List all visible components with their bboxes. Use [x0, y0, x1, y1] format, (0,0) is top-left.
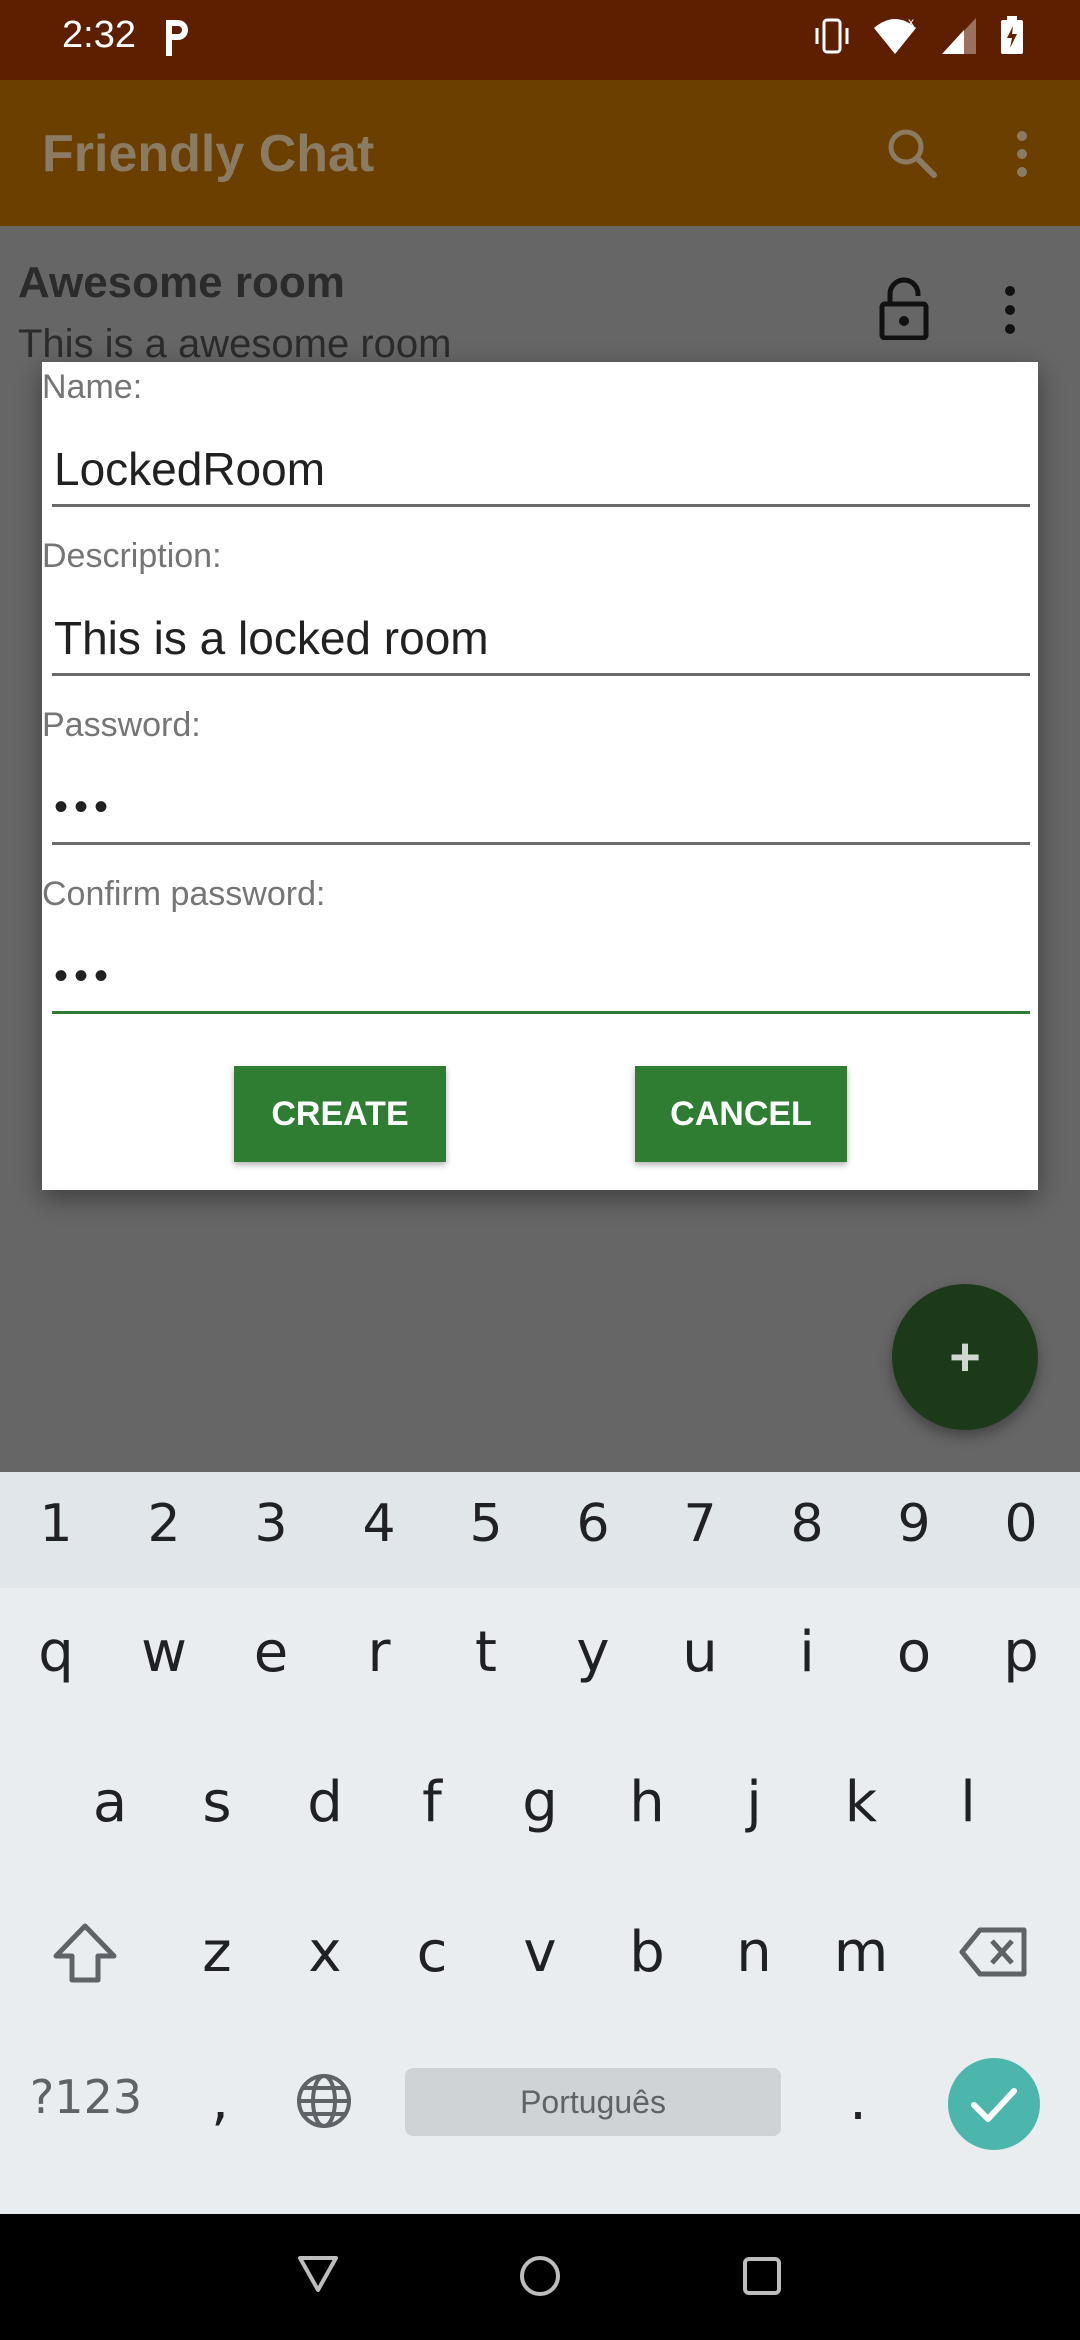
key-j[interactable]: j	[714, 1770, 794, 1835]
wifi-icon: x	[874, 16, 916, 54]
key-d[interactable]: d	[285, 1770, 365, 1835]
key-t[interactable]: t	[446, 1620, 526, 1685]
key-o[interactable]: o	[874, 1620, 954, 1685]
key-f[interactable]: f	[392, 1770, 472, 1835]
space-key[interactable]: Português	[405, 2068, 781, 2136]
key-k[interactable]: k	[821, 1770, 901, 1835]
key-s[interactable]: s	[177, 1770, 257, 1835]
room-more-icon[interactable]	[1000, 282, 1020, 338]
key-u[interactable]: u	[660, 1620, 740, 1685]
search-icon[interactable]	[884, 125, 940, 181]
key-i[interactable]: i	[767, 1620, 847, 1685]
number-row: 1 2 3 4 5 6 7 8 9 0	[0, 1472, 1080, 1588]
back-icon[interactable]	[296, 2254, 340, 2294]
key-r[interactable]: r	[339, 1620, 419, 1685]
name-field[interactable]: LockedRoom	[52, 434, 1030, 507]
key-7[interactable]: 7	[660, 1494, 740, 1554]
key-b[interactable]: b	[607, 1920, 687, 1985]
key-x[interactable]: x	[285, 1920, 365, 1985]
create-room-dialog: Name: LockedRoom Description: This is a …	[42, 362, 1038, 1190]
key-l[interactable]: l	[928, 1770, 1008, 1835]
shift-icon[interactable]	[52, 1922, 118, 1984]
more-vert-icon[interactable]	[1010, 126, 1034, 182]
status-time: 2:32	[62, 14, 136, 56]
room-description: This is a awesome room	[18, 322, 452, 366]
status-bar: 2:32 x	[0, 0, 1080, 80]
key-5[interactable]: 5	[446, 1494, 526, 1554]
key-4[interactable]: 4	[339, 1494, 419, 1554]
recents-icon[interactable]	[742, 2256, 782, 2296]
parking-icon	[166, 20, 188, 56]
password-label: Password:	[42, 706, 201, 744]
name-label: Name:	[42, 368, 143, 406]
app-title: Friendly Chat	[42, 125, 375, 183]
symbols-key[interactable]: ?123	[26, 2070, 146, 2124]
add-room-fab[interactable]: +	[892, 1284, 1038, 1430]
key-3[interactable]: 3	[231, 1494, 311, 1554]
soft-keyboard: 1 2 3 4 5 6 7 8 9 0 q w e r t y u i o p …	[0, 1472, 1080, 2214]
signal-icon	[942, 18, 976, 54]
key-8[interactable]: 8	[767, 1494, 847, 1554]
confirm-password-field[interactable]: •••	[52, 941, 1030, 1014]
app-bar: Friendly Chat	[0, 80, 1080, 226]
description-label: Description:	[42, 537, 222, 575]
key-0[interactable]: 0	[981, 1494, 1061, 1554]
key-a[interactable]: a	[70, 1770, 150, 1835]
globe-icon[interactable]	[295, 2072, 353, 2130]
key-2[interactable]: 2	[124, 1494, 204, 1554]
key-v[interactable]: v	[500, 1920, 580, 1985]
key-m[interactable]: m	[821, 1920, 901, 1985]
key-y[interactable]: y	[553, 1620, 633, 1685]
backspace-icon[interactable]	[958, 1926, 1030, 1978]
key-1[interactable]: 1	[16, 1494, 96, 1554]
key-9[interactable]: 9	[874, 1494, 954, 1554]
vibrate-icon	[815, 18, 849, 54]
key-e[interactable]: e	[231, 1620, 311, 1685]
create-button[interactable]: CREATE	[234, 1066, 446, 1162]
key-comma[interactable]: ,	[180, 2068, 260, 2133]
key-w[interactable]: w	[124, 1620, 204, 1685]
home-icon[interactable]	[518, 2254, 562, 2298]
enter-key[interactable]	[948, 2058, 1040, 2150]
cancel-button[interactable]: CANCEL	[635, 1066, 847, 1162]
key-g[interactable]: g	[500, 1770, 580, 1835]
key-h[interactable]: h	[607, 1770, 687, 1835]
battery-icon	[1001, 16, 1023, 54]
confirm-password-label: Confirm password:	[42, 875, 326, 913]
key-period[interactable]: .	[818, 2068, 898, 2133]
key-n[interactable]: n	[714, 1920, 794, 1985]
lock-icon	[879, 277, 929, 340]
key-z[interactable]: z	[177, 1920, 257, 1985]
room-title[interactable]: Awesome room	[18, 258, 345, 308]
description-field[interactable]: This is a locked room	[52, 603, 1030, 676]
password-field[interactable]: •••	[52, 772, 1030, 845]
check-icon	[971, 2088, 1017, 2122]
key-c[interactable]: c	[392, 1920, 472, 1985]
svg-text:x: x	[908, 16, 914, 29]
key-p[interactable]: p	[981, 1620, 1061, 1685]
key-q[interactable]: q	[16, 1620, 96, 1685]
navigation-bar	[0, 2214, 1080, 2340]
key-6[interactable]: 6	[553, 1494, 633, 1554]
